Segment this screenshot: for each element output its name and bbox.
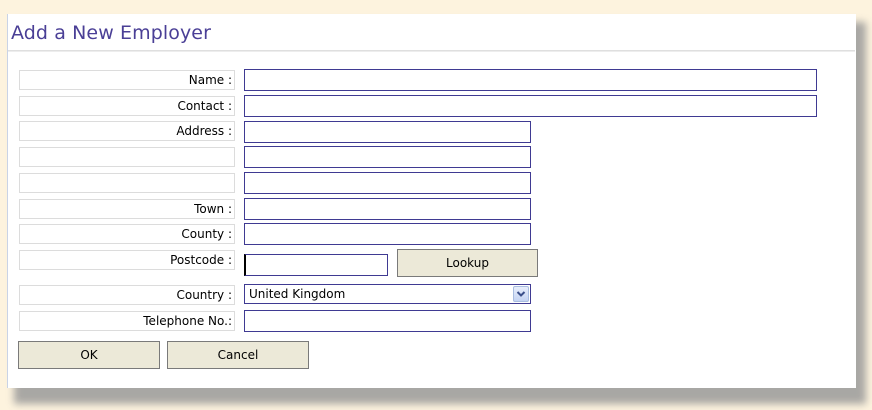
address-line-3-label [19,173,235,193]
telephone-label: Telephone No.: [19,311,235,331]
county-field[interactable] [244,223,531,245]
address-line-2-label [19,147,235,167]
county-label: County : [19,224,235,244]
page-title: Add a New Employer [11,22,212,44]
cancel-button[interactable]: Cancel [167,341,309,369]
contact-field[interactable] [244,95,817,117]
country-select[interactable]: United Kingdom [244,284,531,304]
country-selected-value: United Kingdom [249,287,346,301]
address-line-2-field[interactable] [244,146,531,168]
chevron-down-icon[interactable] [513,286,529,302]
title-divider [8,50,855,52]
country-label: Country : [19,285,235,305]
ok-button[interactable]: OK [18,341,160,369]
contact-label: Contact : [19,96,235,116]
name-label: Name : [19,70,235,90]
name-field[interactable] [244,69,817,91]
postcode-field[interactable] [244,254,388,276]
add-employer-panel: Add a New Employer Name : Contact : Addr… [7,14,856,388]
town-label: Town : [19,199,235,219]
address-line-3-field[interactable] [244,172,531,194]
lookup-button[interactable]: Lookup [397,249,538,277]
address-label: Address : [19,121,235,141]
postcode-label: Postcode : [19,250,235,270]
town-field[interactable] [244,198,531,220]
telephone-field[interactable] [244,310,531,332]
address-line-1-field[interactable] [244,121,531,143]
